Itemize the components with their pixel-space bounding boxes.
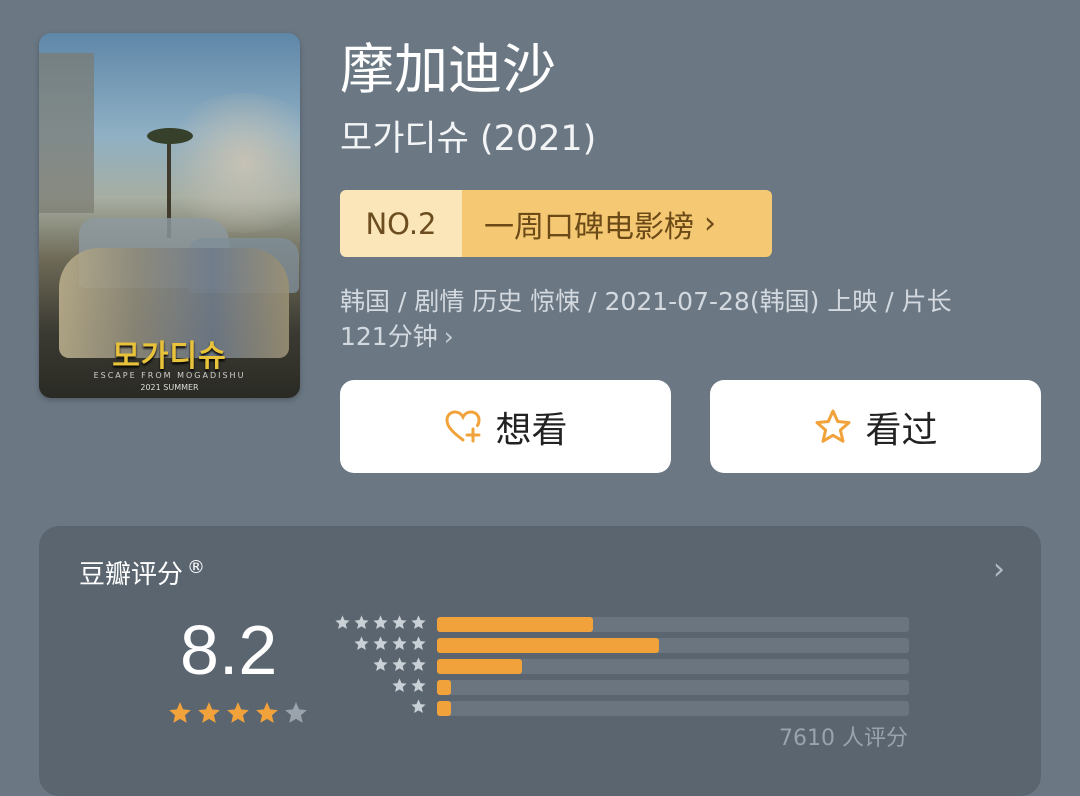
- want-to-watch-label: 想看: [495, 409, 568, 451]
- star-icon: [335, 615, 350, 629]
- watched-button[interactable]: 看过: [710, 380, 1041, 473]
- star-icon: [411, 699, 426, 713]
- star-icon: [392, 657, 407, 671]
- distribution-star-group: [353, 635, 427, 652]
- movie-title: 摩加迪沙: [340, 38, 556, 101]
- star-outline-icon: [815, 409, 851, 443]
- movie-meta[interactable]: 韩国 / 剧情 历史 惊悚 / 2021-07-28(韩国) 上映 / 片长 1…: [340, 284, 1060, 354]
- star-icon: [373, 615, 388, 629]
- star-icon: [373, 636, 388, 650]
- distribution-bar-fill: [437, 617, 593, 632]
- distribution-star-group: [372, 656, 427, 673]
- meta-line-1: 韩国 / 剧情 历史 惊悚 / 2021-07-28(韩国) 上映 / 片长: [340, 287, 952, 316]
- poster-title: 모가디슈: [112, 339, 227, 374]
- chevron-right-icon: ›: [704, 206, 716, 241]
- chevron-right-icon[interactable]: ›: [993, 552, 1005, 587]
- rating-distribution-row: [39, 614, 1041, 632]
- chevron-right-icon: ›: [443, 322, 454, 351]
- poster-subtitle: ESCAPE FROM MOGADISHU: [93, 371, 246, 380]
- douban-rating-card[interactable]: 豆瓣评分 ® › 8.2 7610 人评分: [39, 526, 1041, 796]
- distribution-bar-track: [437, 701, 909, 716]
- watched-label: 看过: [865, 409, 938, 451]
- poster-smoke: [159, 93, 300, 233]
- star-icon: [411, 678, 426, 692]
- rank-number: NO.2: [340, 190, 462, 257]
- star-icon: [411, 636, 426, 650]
- rating-title: 豆瓣评分 ®: [79, 554, 205, 591]
- star-icon: [354, 615, 369, 629]
- star-icon: [411, 615, 426, 629]
- star-icon: [392, 615, 407, 629]
- distribution-bar-fill: [437, 638, 659, 653]
- heart-plus-icon: [445, 409, 481, 442]
- rating-distribution-row: [39, 656, 1041, 674]
- want-to-watch-button[interactable]: 想看: [340, 380, 671, 473]
- meta-line-2: 121分钟: [340, 322, 438, 351]
- poster-building: [39, 53, 94, 213]
- distribution-bar-fill: [437, 701, 451, 716]
- poster-palm-leaves: [147, 128, 193, 144]
- star-icon: [354, 636, 369, 650]
- star-icon: [392, 636, 407, 650]
- rating-distribution-row: [39, 677, 1041, 695]
- distribution-bar-fill: [437, 680, 451, 695]
- distribution-star-group: [410, 698, 427, 715]
- distribution-star-group: [334, 614, 427, 631]
- distribution-star-group: [391, 677, 427, 694]
- star-icon: [411, 657, 426, 671]
- distribution-bar-fill: [437, 659, 522, 674]
- poster-date: 2021 SUMMER: [140, 383, 199, 392]
- registered-mark: ®: [187, 557, 206, 579]
- rating-count: 7610 人评分: [779, 726, 908, 751]
- star-icon: [373, 657, 388, 671]
- rank-list-link[interactable]: 一周口碑电影榜 ›: [462, 190, 772, 257]
- rating-title-text: 豆瓣评分: [79, 560, 184, 590]
- star-icon: [392, 678, 407, 692]
- movie-poster[interactable]: 모가디슈 ESCAPE FROM MOGADISHU 2021 SUMMER: [39, 33, 300, 398]
- rank-badge[interactable]: NO.2 一周口碑电影榜 ›: [340, 190, 772, 257]
- rating-distribution-row: [39, 635, 1041, 653]
- rating-distribution-row: [39, 698, 1041, 716]
- rank-list-name: 一周口碑电影榜: [484, 209, 694, 245]
- movie-original-title: 모가디슈 (2021): [340, 119, 597, 159]
- distribution-bar-track: [437, 680, 909, 695]
